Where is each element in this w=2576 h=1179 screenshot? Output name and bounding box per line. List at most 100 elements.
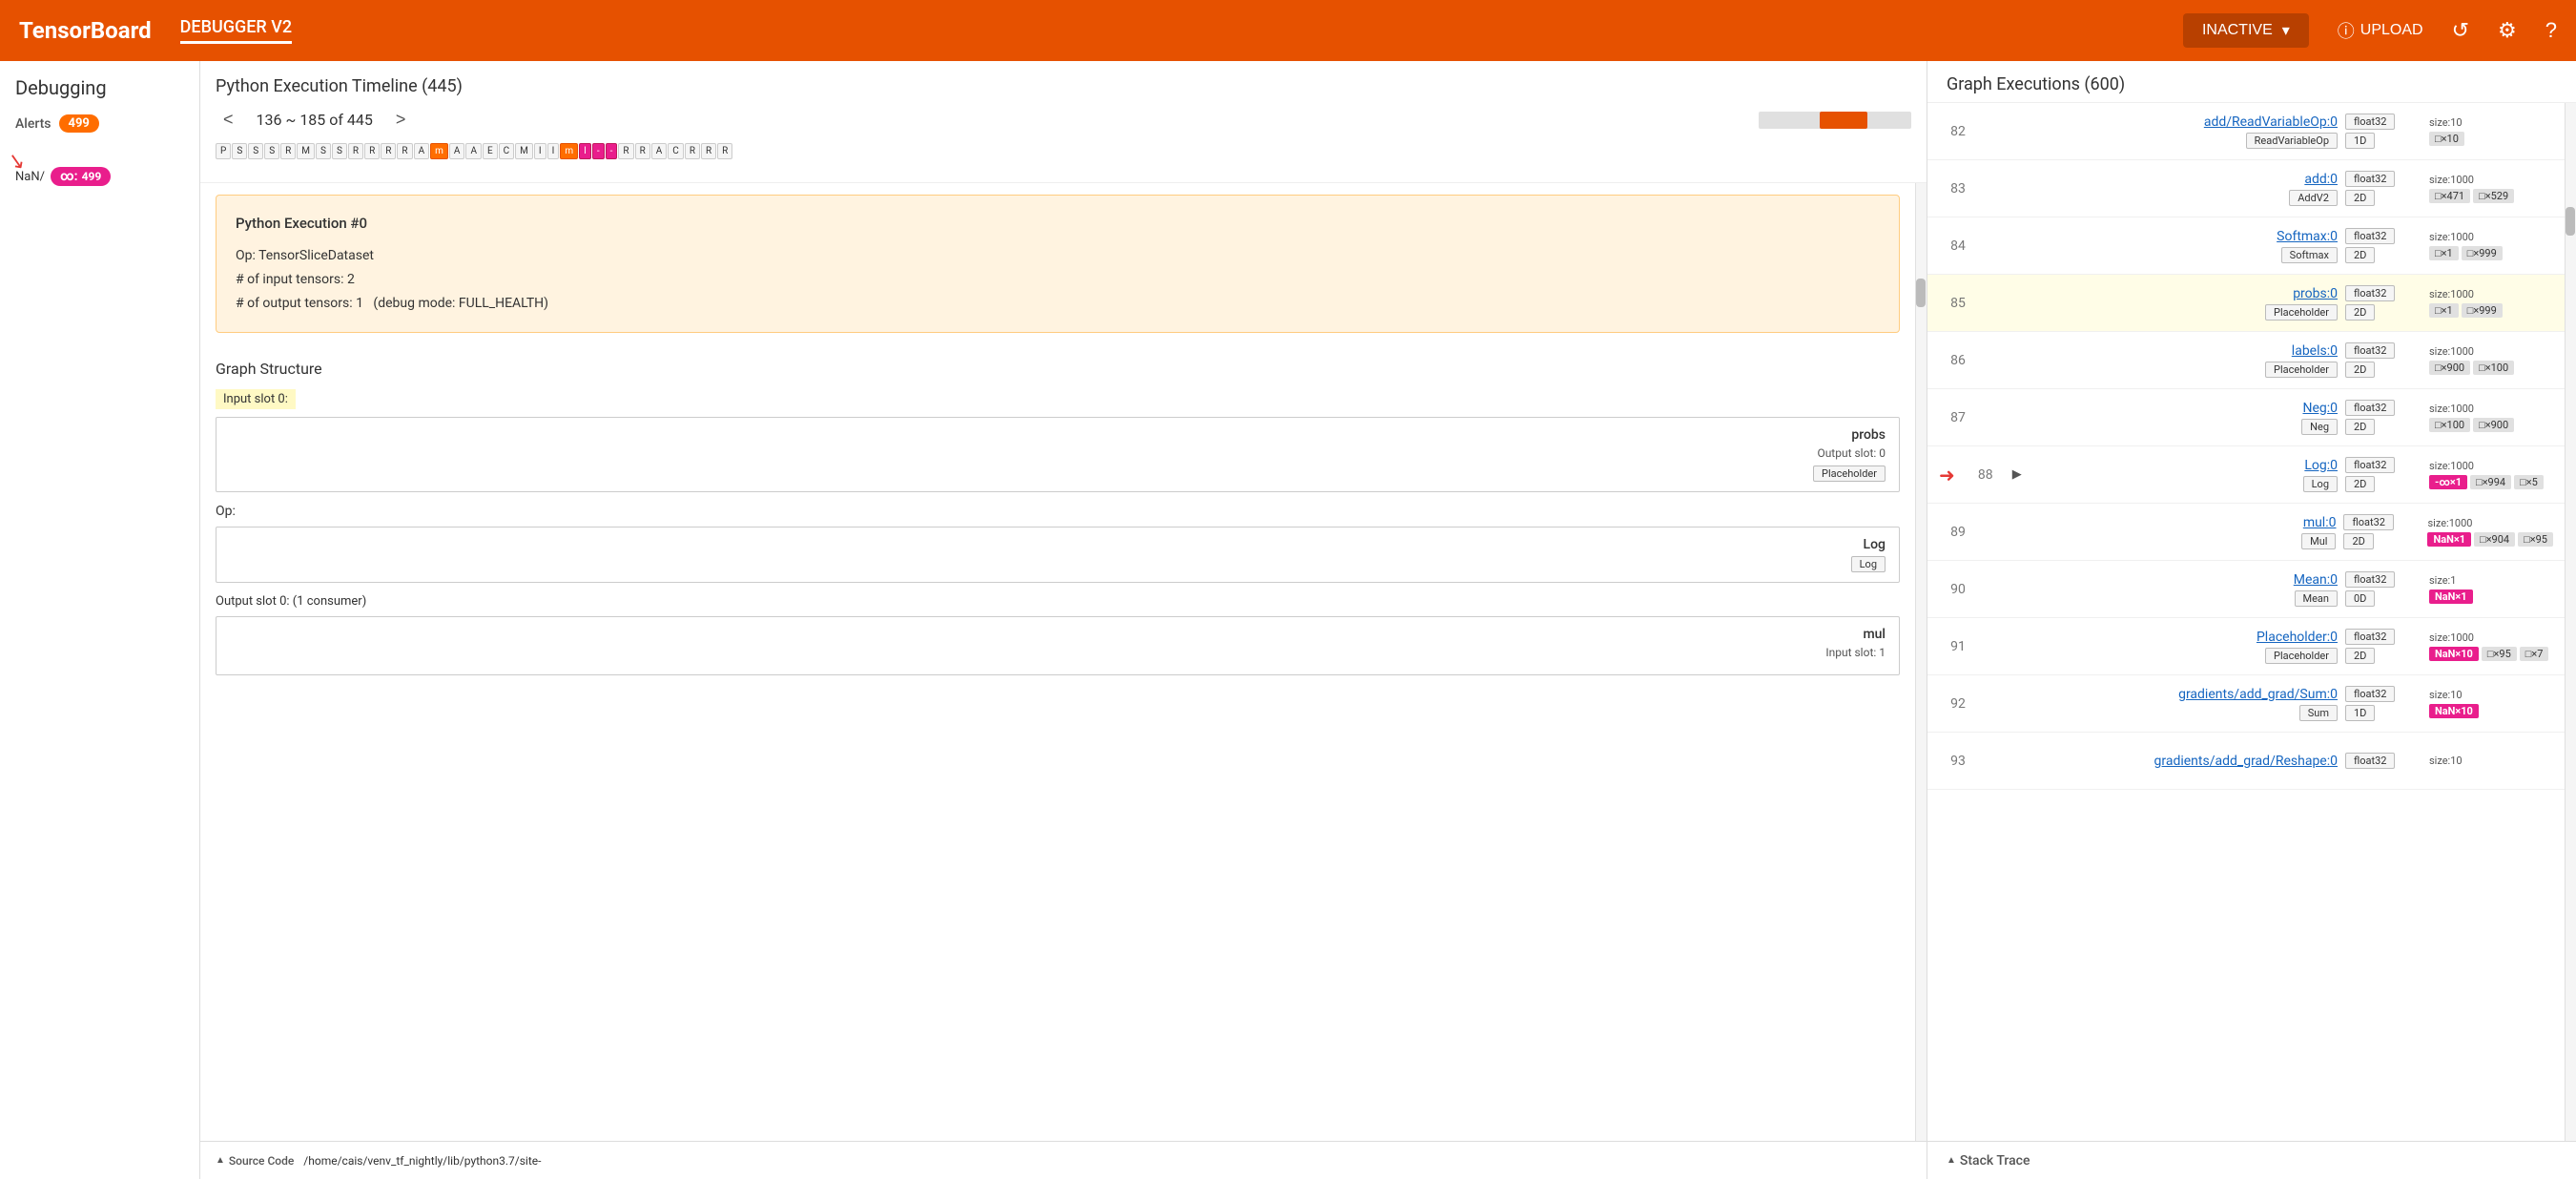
timeline-item-20[interactable]: I xyxy=(547,143,560,159)
op-tag: Placeholder xyxy=(2265,648,2338,664)
timeline-next-button[interactable]: > xyxy=(388,108,414,132)
exec-row-88[interactable]: ➜88▶Log:0Logfloat322Dsize:1000-∞×1□×994□… xyxy=(1927,446,2565,504)
upload-button[interactable]: ⓘ UPLOAD xyxy=(2338,18,2423,43)
op-tag: Sum xyxy=(2299,705,2338,721)
row-size-info: size:1000□×1□×999 xyxy=(2429,288,2553,318)
timeline-prev-button[interactable]: < xyxy=(216,108,241,132)
row-op-info: Mean:0Mean xyxy=(2011,572,2338,607)
timeline-item-29[interactable]: R xyxy=(685,143,700,159)
timeline-item-14[interactable]: A xyxy=(449,143,465,159)
timeline-item-15[interactable]: A xyxy=(465,143,482,159)
input-slot-label: Input slot 0: xyxy=(216,389,296,409)
row-number: 93 xyxy=(1939,754,1977,769)
row-dtype-tags: float322D xyxy=(2345,457,2421,492)
exec-row-84[interactable]: 84Softmax:0Softmaxfloat322Dsize:1000□×1□… xyxy=(1927,217,2565,275)
op-name[interactable]: labels:0 xyxy=(2292,343,2338,359)
nan-tensor-tag: NaN×10 xyxy=(2429,647,2479,661)
timeline-item-25[interactable]: R xyxy=(618,143,633,159)
op-card[interactable]: Log Log xyxy=(216,527,1900,583)
timeline-item-0[interactable]: P xyxy=(216,143,231,159)
row-dtype-tags: float322D xyxy=(2345,285,2421,321)
op-name[interactable]: Mean:0 xyxy=(2294,572,2338,588)
exec-row-82[interactable]: 82add/ReadVariableOp:0ReadVariableOpfloa… xyxy=(1927,103,2565,160)
op-name[interactable]: Placeholder:0 xyxy=(2257,630,2338,645)
timeline-item-10[interactable]: R xyxy=(381,143,396,159)
status-button[interactable]: INACTIVE ▾ xyxy=(2183,13,2309,48)
timeline-item-26[interactable]: R xyxy=(635,143,650,159)
row-op-info: Neg:0Neg xyxy=(2011,401,2338,435)
timeline-item-23[interactable]: - xyxy=(592,143,605,159)
timeline-item-7[interactable]: S xyxy=(332,143,347,159)
timeline-item-13[interactable]: m xyxy=(430,143,448,159)
timeline-item-19[interactable]: I xyxy=(534,143,546,159)
op-name[interactable]: add/ReadVariableOp:0 xyxy=(2204,114,2338,130)
exec-row-92[interactable]: 92gradients/add_grad/Sum:0Sumfloat321Dsi… xyxy=(1927,675,2565,733)
row-number: 87 xyxy=(1939,410,1977,425)
timeline-item-16[interactable]: E xyxy=(483,143,498,159)
exec-row-90[interactable]: 90Mean:0Meanfloat320Dsize:1NaN×1 xyxy=(1927,561,2565,618)
op-name[interactable]: Log:0 xyxy=(2304,458,2338,473)
settings-button[interactable]: ⚙ xyxy=(2498,18,2517,43)
timeline-item-24[interactable]: - xyxy=(606,143,618,159)
execution-detail: Python Execution #0 Op: TensorSliceDatas… xyxy=(216,195,1900,333)
op-name[interactable]: gradients/add_grad/Sum:0 xyxy=(2178,687,2338,702)
exec-row-87[interactable]: 87Neg:0Negfloat322Dsize:1000□×100□×900 xyxy=(1927,389,2565,446)
tensor-tags: □×471□×529 xyxy=(2429,189,2514,203)
timeline-item-21[interactable]: m xyxy=(560,143,578,159)
timeline-item-12[interactable]: A xyxy=(414,143,430,159)
timeline-item-11[interactable]: R xyxy=(397,143,412,159)
exec-row-86[interactable]: 86labels:0Placeholderfloat322Dsize:1000□… xyxy=(1927,332,2565,389)
exec-row-83[interactable]: 83add:0AddV2float322Dsize:1000□×471□×529 xyxy=(1927,160,2565,217)
exec-row-85[interactable]: 85probs:0Placeholderfloat322Dsize:1000□×… xyxy=(1927,275,2565,332)
timeline-item-28[interactable]: C xyxy=(668,143,684,159)
exec-output-row: # of output tensors: 1 (debug mode: FULL… xyxy=(236,292,1880,316)
op-name[interactable]: probs:0 xyxy=(2293,286,2338,301)
timeline-item-27[interactable]: A xyxy=(651,143,668,159)
timeline-item-3[interactable]: S xyxy=(264,143,279,159)
op-name[interactable]: Neg:0 xyxy=(2302,401,2338,416)
right-scrollbar[interactable] xyxy=(2565,103,2576,1141)
triangle-up-icon: ▲ xyxy=(216,1155,225,1166)
op-name[interactable]: gradients/add_grad/Reshape:0 xyxy=(2154,754,2338,769)
nan-item[interactable]: ↘ NaN/ ∞: 499 xyxy=(15,167,184,186)
timeline-item-8[interactable]: R xyxy=(348,143,363,159)
timeline-item-9[interactable]: R xyxy=(364,143,380,159)
row-size-info: size:1NaN×1 xyxy=(2429,574,2553,604)
timeline-item-1[interactable]: S xyxy=(232,143,247,159)
center-scrollbar[interactable] xyxy=(1915,183,1927,1141)
timeline-item-2[interactable]: S xyxy=(248,143,263,159)
timeline-item-30[interactable]: R xyxy=(701,143,716,159)
timeline-scrollbar[interactable] xyxy=(1759,112,1911,129)
input-card[interactable]: probs Output slot: 0 Placeholder xyxy=(216,417,1900,492)
scrollbar-track[interactable] xyxy=(1759,112,1911,129)
dtype-tag: float32 xyxy=(2345,285,2395,301)
timeline-item-18[interactable]: M xyxy=(515,143,533,159)
exec-row-91[interactable]: 91Placeholder:0Placeholderfloat322Dsize:… xyxy=(1927,618,2565,675)
op-name[interactable]: mul:0 xyxy=(2303,515,2337,530)
output-card[interactable]: mul Input slot: 1 xyxy=(216,616,1900,675)
ok-tensor-tag: □×100 xyxy=(2473,361,2514,375)
refresh-button[interactable]: ↺ xyxy=(2452,18,2469,43)
timeline-item-6[interactable]: S xyxy=(316,143,331,159)
ok-tensor-tag: □×999 xyxy=(2462,303,2503,318)
timeline-item-17[interactable]: C xyxy=(499,143,515,159)
dim-tag: 2D xyxy=(2345,648,2375,664)
ok-tensor-tag: □×7 xyxy=(2520,647,2549,661)
dtype-tag: float32 xyxy=(2345,400,2395,416)
alerts-label: Alerts xyxy=(15,116,52,132)
timeline-item-5[interactable]: M xyxy=(297,143,315,159)
ok-tensor-tag: □×904 xyxy=(2474,532,2515,547)
exec-row-89[interactable]: 89mul:0Mulfloat322Dsize:1000NaN×1□×904□×… xyxy=(1927,504,2565,561)
exec-row-93[interactable]: 93gradients/add_grad/Reshape:0float32siz… xyxy=(1927,733,2565,790)
nan-badge: ∞: 499 xyxy=(51,167,111,186)
row-dtype-tags: float322D xyxy=(2345,629,2421,664)
play-icon[interactable]: ▶ xyxy=(2012,467,2031,482)
timeline-range: 136 ~ 185 of 445 xyxy=(257,111,373,129)
op-name[interactable]: add:0 xyxy=(2304,172,2338,187)
timeline-item-4[interactable]: R xyxy=(280,143,296,159)
timeline-item-22[interactable]: I xyxy=(579,143,591,159)
help-button[interactable]: ? xyxy=(2545,18,2557,43)
timeline-item-31[interactable]: R xyxy=(717,143,732,159)
row-dtype-tags: float322D xyxy=(2345,228,2421,263)
op-name[interactable]: Softmax:0 xyxy=(2277,229,2338,244)
